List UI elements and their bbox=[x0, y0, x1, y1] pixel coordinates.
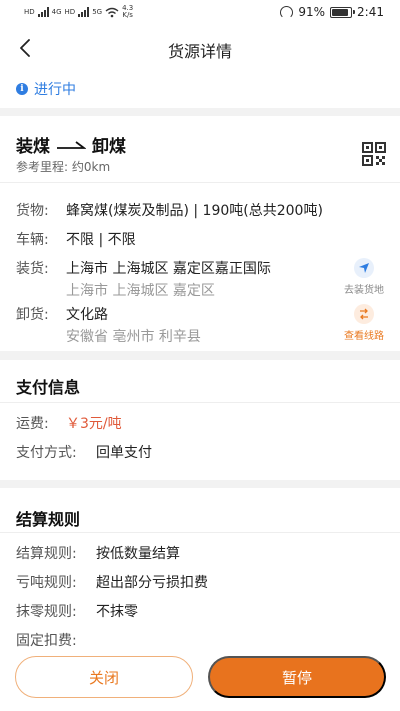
goods-row: 货物: 蜂窝煤(煤炭及制品) | 190吨(总共200吨) bbox=[16, 200, 323, 220]
close-button[interactable]: 关闭 bbox=[15, 656, 193, 698]
freight-row: 运费: ￥3元/吨 bbox=[16, 413, 122, 433]
network-speed: 4.3 K/s bbox=[122, 4, 134, 19]
settlement-rule-row: 结算规则: 按低数量结算 bbox=[16, 543, 180, 563]
payment-method-label: 支付方式: bbox=[16, 445, 77, 461]
payment-title: 支付信息 bbox=[16, 378, 81, 397]
rounding-rule-row: 抹零规则: 不抹零 bbox=[16, 601, 138, 621]
page-title: 货源详情 bbox=[167, 42, 232, 61]
load-address-sub: 上海市 上海城区 嘉定区 bbox=[66, 283, 215, 299]
load-label: 装货: bbox=[16, 261, 49, 277]
order-status-text: 进行中 bbox=[34, 82, 76, 98]
navigation-bar: 货源详情 bbox=[0, 26, 400, 70]
battery-percent: 91% bbox=[298, 5, 326, 19]
go-to-load-label: 去装货地 bbox=[344, 285, 384, 296]
network-indicators: HD 4G HD 5G 4.3 K/s bbox=[24, 5, 133, 19]
vehicle-label: 车辆: bbox=[16, 232, 49, 248]
settlement-rule-label: 结算规则: bbox=[16, 546, 77, 562]
load-goods-title: 装煤 bbox=[16, 137, 50, 157]
4g-badge: 4G bbox=[51, 8, 62, 16]
goods-label: 货物: bbox=[16, 203, 49, 219]
go-to-load-button[interactable]: 去装货地 bbox=[342, 258, 386, 296]
unload-address-sub: 安徽省 亳州市 利辛县 bbox=[66, 329, 201, 345]
5g-badge: 5G bbox=[92, 8, 103, 16]
rounding-rule-value: 不抹零 bbox=[96, 604, 138, 620]
gauge-icon bbox=[280, 5, 294, 19]
pause-button[interactable]: 暂停 bbox=[208, 656, 386, 698]
system-status-bar: HD 4G HD 5G 4.3 K/s 91% 2:41 bbox=[0, 0, 400, 26]
view-route-label: 查看线路 bbox=[344, 331, 384, 342]
unload-goods-title: 卸煤 bbox=[92, 137, 126, 157]
fixed-fee-label: 固定扣费: bbox=[16, 633, 77, 649]
divider bbox=[0, 532, 400, 533]
reference-distance: 参考里程: 约0km bbox=[16, 160, 111, 174]
freight-label: 运费: bbox=[16, 416, 49, 432]
unload-address-main: 文化路 bbox=[66, 307, 108, 323]
freight-value: ￥3元/吨 bbox=[66, 416, 122, 432]
arrow-right-icon bbox=[57, 140, 86, 149]
signal-icon-2 bbox=[78, 7, 90, 17]
unload-label: 卸货: bbox=[16, 307, 49, 323]
info-icon: i bbox=[16, 83, 28, 95]
navigation-arrow-icon bbox=[354, 258, 374, 278]
divider bbox=[0, 402, 400, 403]
order-status-strip: i 进行中 bbox=[0, 70, 400, 108]
route-card: 装煤 卸煤 参考里程: 约0km 货物: 蜂窝煤(煤炭及制品) | 190吨(总… bbox=[0, 116, 400, 351]
view-route-button[interactable]: 查看线路 bbox=[342, 304, 386, 342]
clock: 2:41 bbox=[357, 5, 384, 19]
battery-icon bbox=[330, 6, 356, 18]
hd-badge-2: HD bbox=[64, 8, 76, 16]
system-indicators: 91% 2:41 bbox=[280, 5, 384, 19]
settlement-rule-value: 按低数量结算 bbox=[96, 546, 180, 562]
unload-address-row: 卸货: 文化路 安徽省 亳州市 利辛县 bbox=[16, 304, 201, 346]
goods-value: 蜂窝煤(煤炭及制品) | 190吨(总共200吨) bbox=[66, 203, 323, 219]
load-address-main: 上海市 上海城区 嘉定区嘉正国际 bbox=[66, 261, 271, 277]
loss-rule-label: 亏吨规则: bbox=[16, 575, 77, 591]
loss-rule-value: 超出部分亏损扣费 bbox=[96, 575, 208, 591]
payment-method-value: 回单支付 bbox=[96, 445, 152, 461]
rounding-rule-label: 抹零规则: bbox=[16, 604, 77, 620]
divider bbox=[0, 182, 400, 183]
loss-rule-row: 亏吨规则: 超出部分亏损扣费 bbox=[16, 572, 208, 592]
fixed-fee-row: 固定扣费: bbox=[16, 630, 96, 650]
payment-method-row: 支付方式: 回单支付 bbox=[16, 442, 152, 462]
route-title: 装煤 卸煤 bbox=[16, 132, 126, 157]
payment-card: 支付信息 运费: ￥3元/吨 支付方式: 回单支付 bbox=[0, 360, 400, 480]
settlement-title: 结算规则 bbox=[16, 510, 81, 529]
vehicle-value: 不限 | 不限 bbox=[66, 232, 136, 248]
vehicle-row: 车辆: 不限 | 不限 bbox=[16, 229, 136, 249]
qr-code-icon[interactable] bbox=[362, 142, 386, 166]
hd-badge: HD bbox=[24, 8, 35, 16]
load-address-row: 装货: 上海市 上海城区 嘉定区嘉正国际 上海市 上海城区 嘉定区 bbox=[16, 258, 271, 300]
bottom-action-bar: 关闭 暂停 bbox=[0, 652, 400, 711]
wifi-icon bbox=[105, 7, 119, 17]
route-icon bbox=[354, 304, 374, 324]
signal-icon bbox=[37, 7, 49, 17]
